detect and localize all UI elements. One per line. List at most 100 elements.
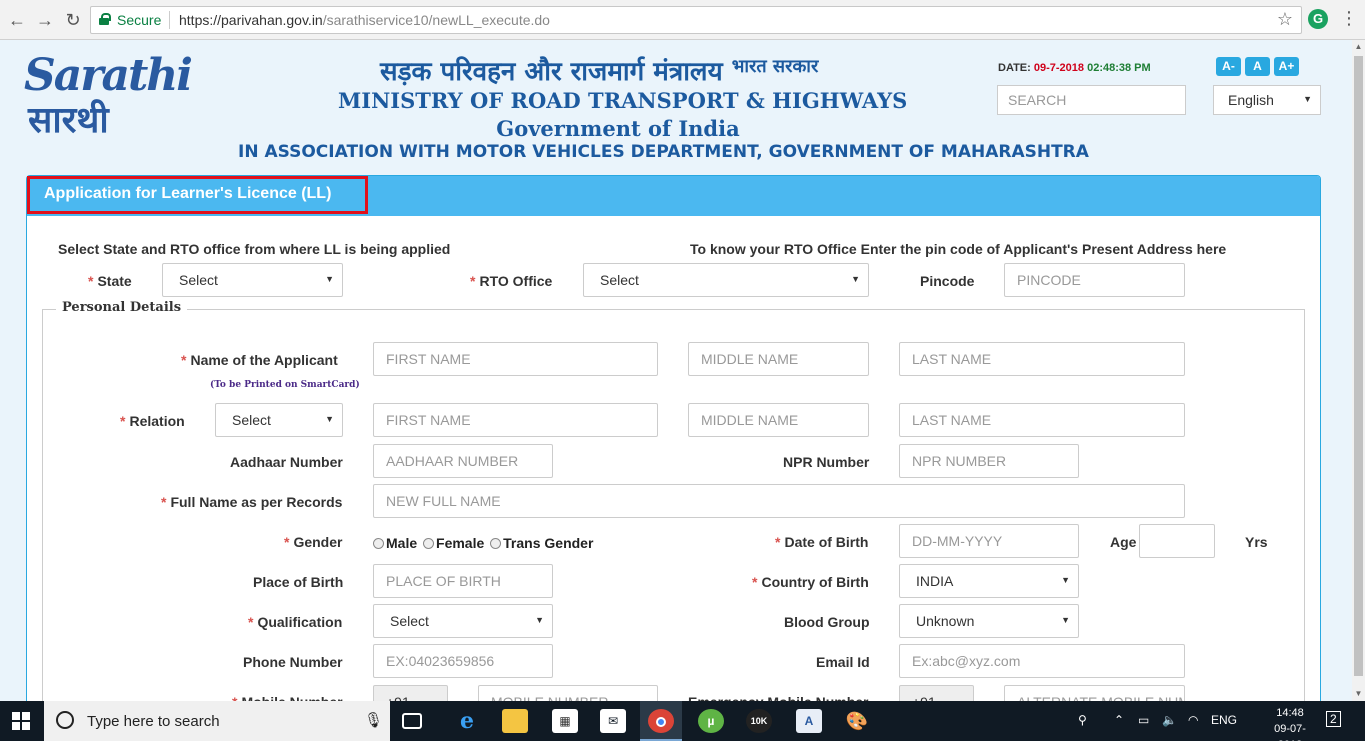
gender-label-text: Gender [293,534,343,550]
browser-menu-icon[interactable]: ⋮ [1340,8,1358,29]
language-value: English [1228,92,1274,108]
gender-male-radio[interactable] [373,538,384,549]
relation-first-name-input[interactable]: FIRST NAME [373,403,658,437]
required-marker: * [88,273,94,289]
relation-last-name-input[interactable]: LAST NAME [899,403,1185,437]
bookmark-star-icon[interactable]: ☆ [1277,9,1293,30]
country-of-birth-label-text: Country of Birth [761,574,869,590]
aadhaar-input[interactable]: AADHAAR NUMBER [373,444,553,478]
tray-chevron-up-icon[interactable]: ⌃ [1114,713,1124,727]
document-app-icon[interactable]: A [796,709,822,733]
dob-label-text: Date of Birth [784,534,869,550]
scroll-thumb[interactable] [1354,56,1363,676]
chevron-down-icon: ▼ [535,615,544,625]
url-path: /sarathiservice10/newLL_execute.do [322,12,550,28]
applicant-first-name-input[interactable]: FIRST NAME [373,342,658,376]
country-of-birth-select[interactable]: INDIA ▼ [899,564,1079,598]
relation-middle-name-input[interactable]: MIDDLE NAME [688,403,869,437]
notification-count: 2 [1330,712,1337,726]
state-label-text: State [97,273,132,289]
address-bar[interactable]: Secure https://parivahan.gov.in/sarathis… [90,6,1302,34]
rto-office-select[interactable]: Select ▼ [583,263,869,297]
phone-input[interactable]: EX:04023659856 [373,644,553,678]
qualification-label-text: Qualification [257,614,343,630]
applicant-name-label: * Name of the Applicant [181,352,338,368]
place-of-birth-label: Place of Birth [253,574,344,590]
microphone-icon[interactable]: 🎙 [364,711,383,729]
full-name-label-text: Full Name as per Records [170,494,343,510]
panel-title: Application for Learner's Licence (LL) [27,176,368,214]
task-view-icon[interactable] [402,713,422,729]
state-select[interactable]: Select ▼ [162,263,343,297]
email-input[interactable]: Ex:abc@xyz.com [899,644,1185,678]
applicant-middle-name-input[interactable]: MIDDLE NAME [688,342,869,376]
grammarly-extension-icon[interactable]: G [1308,9,1328,29]
required-marker: * [120,413,126,429]
paint-icon[interactable]: 🎨 [844,709,870,733]
wifi-icon[interactable]: ◠ [1188,713,1198,727]
store-icon[interactable]: ▦ [552,709,578,733]
language-indicator[interactable]: ENG [1211,713,1237,727]
rto-label: * RTO Office [470,273,552,289]
notification-center-icon[interactable]: 2 [1326,711,1341,727]
pincode-input[interactable]: PINCODE [1004,263,1185,297]
qualification-select[interactable]: Select ▼ [373,604,553,638]
dob-input[interactable]: DD-MM-YYYY [899,524,1079,558]
font-reset-button[interactable]: A [1245,57,1270,76]
windows-taskbar: Type here to search 🎙 e ▦ ✉ µ 10K A 🎨 ⚲ … [0,701,1365,741]
font-increase-button[interactable]: A+ [1274,57,1299,76]
chrome-icon[interactable] [648,709,674,733]
url-text[interactable]: https://parivahan.gov.in/sarathiservice1… [179,12,550,28]
gender-female-label[interactable]: Female [436,535,484,551]
gender-trans-label[interactable]: Trans Gender [503,535,593,551]
people-icon[interactable]: ⚲ [1078,713,1087,727]
battery-icon[interactable]: ▭ [1138,713,1149,727]
date-value: 09-7-2018 [1033,62,1085,74]
browser-toolbar: ← → ↻ Secure https://parivahan.gov.in/sa… [0,0,1365,40]
back-arrow-icon[interactable]: ← [6,9,28,31]
mail-icon[interactable]: ✉ [600,709,626,733]
npr-input[interactable]: NPR NUMBER [899,444,1079,478]
full-name-input[interactable]: NEW FULL NAME [373,484,1185,518]
scroll-down-arrow-icon[interactable]: ▼ [1352,687,1365,701]
applicant-last-name-input[interactable]: LAST NAME [899,342,1185,376]
volume-icon[interactable]: 🔈 [1162,713,1177,727]
required-marker: * [284,534,290,550]
required-marker: * [470,273,476,289]
relation-select[interactable]: Select ▼ [215,403,343,437]
rto-label-text: RTO Office [479,273,553,289]
cortana-icon [56,711,74,729]
age-input[interactable] [1139,524,1215,558]
taskbar-clock[interactable]: 14:48 09-07-2018 [1262,705,1318,741]
date-label: DATE: [998,62,1031,74]
page-scrollbar[interactable]: ▲ ▼ [1352,40,1365,701]
reload-icon[interactable]: ↻ [62,9,84,31]
chevron-down-icon: ▼ [851,274,860,284]
taskbar-search-box[interactable]: Type here to search 🎙 [44,701,390,741]
blood-group-label: Blood Group [784,614,870,630]
country-of-birth-label: * Country of Birth [752,574,869,590]
utorrent-icon[interactable]: µ [698,709,724,733]
place-of-birth-input[interactable]: PLACE OF BIRTH [373,564,553,598]
site-search-input[interactable]: SEARCH [997,85,1186,115]
dob-label: * Date of Birth [775,534,868,550]
country-value: INDIA [916,573,954,589]
windows-start-icon[interactable] [12,712,30,730]
font-decrease-button[interactable]: A- [1216,57,1241,76]
language-select[interactable]: English ▼ [1213,85,1321,115]
blood-group-select[interactable]: Unknown ▼ [899,604,1079,638]
forward-arrow-icon[interactable]: → [34,9,56,31]
state-rto-note: Select State and RTO office from where L… [58,241,451,257]
gender-radio-group: Male Female Trans Gender [373,535,593,551]
scroll-up-arrow-icon[interactable]: ▲ [1352,40,1365,54]
gender-trans-radio[interactable] [490,538,502,549]
app-10k-icon[interactable]: 10K [746,709,772,733]
required-marker: * [775,534,781,550]
gender-male-label[interactable]: Male [386,535,417,551]
relation-label-text: Relation [129,413,185,429]
gender-female-radio[interactable] [423,538,435,549]
file-explorer-icon[interactable] [502,709,528,733]
required-marker: * [248,614,254,630]
edge-browser-icon[interactable]: e [454,709,480,733]
sarathi-logo[interactable]: Sarathi सारथी [24,50,193,141]
